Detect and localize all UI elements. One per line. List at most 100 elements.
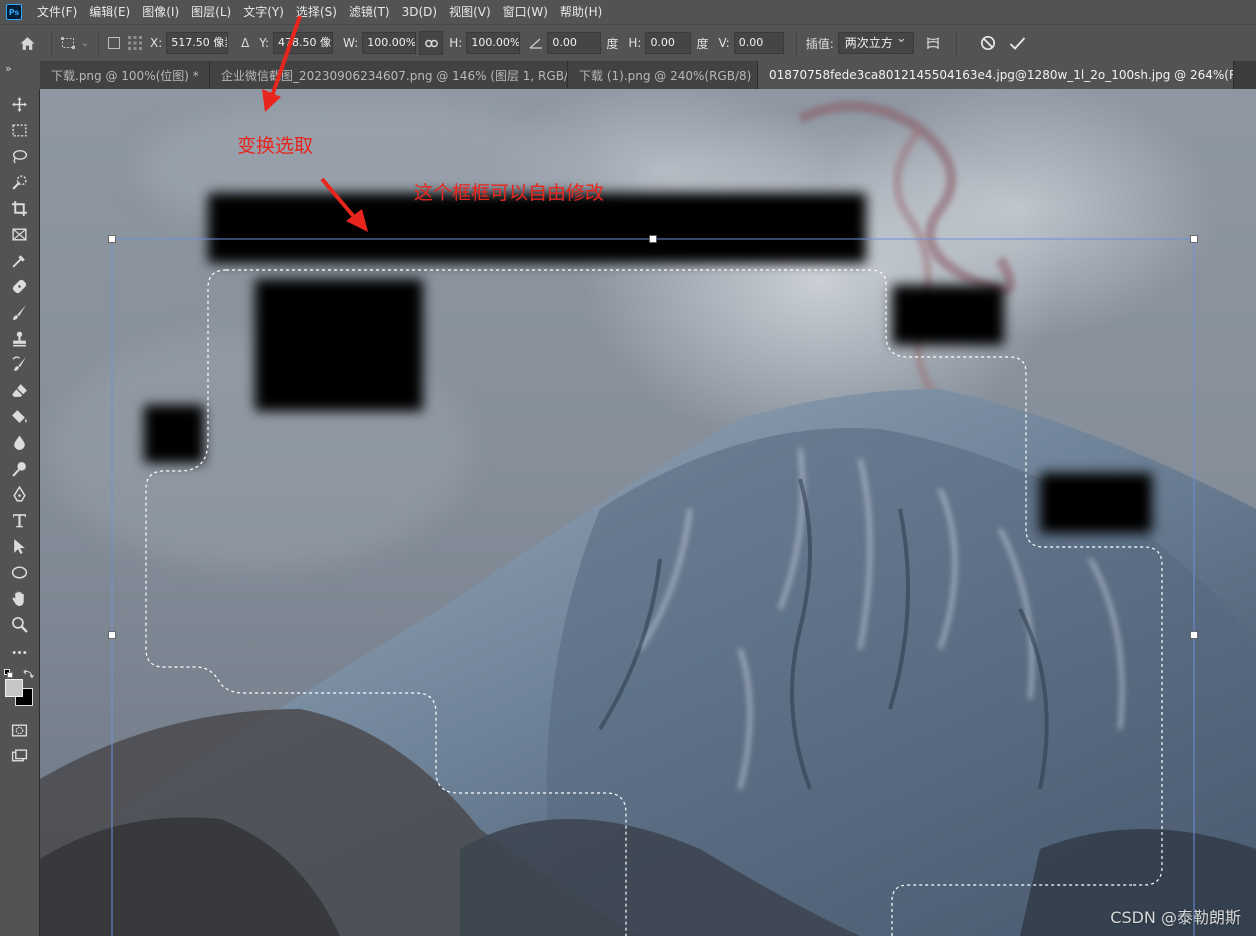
menu-select[interactable]: 选择(S) bbox=[290, 0, 343, 24]
x-position-field[interactable]: 517.50 像素 bbox=[166, 32, 229, 54]
eyedropper-icon bbox=[11, 254, 25, 268]
y-position-field[interactable]: 478.50 像素 bbox=[273, 32, 334, 54]
menu-image[interactable]: 图像(I) bbox=[136, 0, 185, 24]
transform-handle-top-left[interactable] bbox=[108, 235, 116, 243]
height-field[interactable]: 100.00% bbox=[466, 32, 521, 54]
menu-filter[interactable]: 滤镜(T) bbox=[343, 0, 396, 24]
screen-mode-button[interactable] bbox=[8, 745, 30, 767]
color-swatches bbox=[4, 669, 36, 707]
hand-tool[interactable] bbox=[8, 587, 30, 609]
eraser-icon bbox=[11, 383, 27, 397]
reference-point-grid-icon[interactable] bbox=[123, 35, 147, 51]
marquee-icon bbox=[11, 123, 27, 137]
h-skew-field[interactable]: 0.00 bbox=[645, 32, 692, 54]
tab-document-4[interactable]: 01870758fede3ca8012145504163e4.jpg@1280w… bbox=[758, 61, 1234, 89]
menu-window[interactable]: 窗口(W) bbox=[497, 0, 554, 24]
y-label: Y: bbox=[259, 36, 270, 50]
angle-icon bbox=[525, 37, 547, 49]
h-skew-label: H: bbox=[628, 36, 642, 50]
marquee-tool[interactable] bbox=[8, 119, 30, 141]
tab-document-1[interactable]: 下载.png @ 100%(位图) * × bbox=[40, 61, 210, 89]
eyedropper-tool[interactable] bbox=[8, 249, 30, 271]
clone-stamp-tool[interactable] bbox=[8, 327, 30, 349]
ellipse-icon bbox=[11, 565, 27, 579]
transform-handle-top-middle[interactable] bbox=[649, 235, 657, 243]
arrow-pointer-icon bbox=[13, 538, 25, 554]
dodge-tool[interactable] bbox=[8, 457, 30, 479]
menu-3d[interactable]: 3D(D) bbox=[396, 0, 443, 24]
cancel-transform-icon[interactable] bbox=[973, 35, 1003, 51]
path-select-tool[interactable] bbox=[8, 535, 30, 557]
move-tool[interactable] bbox=[8, 93, 30, 115]
type-tool[interactable] bbox=[8, 509, 30, 531]
droplet-icon bbox=[13, 435, 25, 450]
checkbox-icon[interactable] bbox=[105, 37, 123, 49]
history-brush-tool[interactable] bbox=[8, 353, 30, 375]
tab-document-3[interactable]: 下载 (1).png @ 240%(RGB/8) × bbox=[568, 61, 758, 89]
tools-panel bbox=[0, 89, 40, 936]
screen-mode-icon bbox=[11, 748, 27, 761]
menu-type[interactable]: 文字(Y) bbox=[237, 0, 290, 24]
eraser-tool[interactable] bbox=[8, 379, 30, 401]
foreground-color-swatch[interactable] bbox=[5, 679, 23, 697]
tab-label: 01870758fede3ca8012145504163e4.jpg@1280w… bbox=[769, 68, 1234, 82]
transform-icon[interactable] bbox=[58, 36, 78, 50]
width-field[interactable]: 100.00% bbox=[362, 32, 417, 54]
commit-transform-icon[interactable] bbox=[1003, 36, 1033, 51]
h-skew-unit: 度 bbox=[696, 36, 709, 51]
menu-file[interactable]: 文件(F) bbox=[31, 0, 83, 24]
v-skew-field[interactable]: 0.00 bbox=[733, 32, 784, 54]
home-icon[interactable] bbox=[13, 35, 41, 52]
delta-icon[interactable]: Δ bbox=[234, 36, 256, 50]
ellipse-tool[interactable] bbox=[8, 561, 30, 583]
menu-edit[interactable]: 编辑(E) bbox=[83, 0, 136, 24]
paint-bucket-tool[interactable] bbox=[8, 405, 30, 427]
menu-layer[interactable]: 图层(L) bbox=[185, 0, 237, 24]
transform-handle-top-right[interactable] bbox=[1190, 235, 1198, 243]
healing-brush-tool[interactable] bbox=[8, 275, 30, 297]
chevron-down-icon[interactable]: ⌄ bbox=[78, 38, 92, 49]
tab-label: 企业微信截图_20230906234607.png @ 146% (图层 1, … bbox=[221, 68, 568, 83]
more-tools[interactable] bbox=[8, 641, 30, 663]
move-icon bbox=[11, 96, 27, 112]
annotation-free-edit: 这个框框可以自由修改 bbox=[414, 182, 605, 204]
type-icon bbox=[12, 513, 26, 527]
default-colors-icon[interactable] bbox=[4, 669, 15, 679]
tab-document-2[interactable]: 企业微信截图_20230906234607.png @ 146% (图层 1, … bbox=[210, 61, 568, 89]
document-canvas[interactable]: CSDN @泰勒朗斯 bbox=[40, 89, 1256, 936]
annotation-transform-selection: 变换选取 bbox=[237, 135, 314, 157]
menu-view[interactable]: 视图(V) bbox=[443, 0, 497, 24]
history-brush-icon bbox=[12, 356, 26, 371]
zoom-tool[interactable] bbox=[8, 613, 30, 635]
quick-select-tool[interactable] bbox=[8, 171, 30, 193]
tab-label: 下载.png @ 100%(位图) * bbox=[51, 68, 199, 83]
interpolation-label: 插值: bbox=[805, 36, 834, 51]
frame-tool[interactable] bbox=[8, 223, 30, 245]
rotation-field[interactable]: 0.00 bbox=[547, 32, 602, 54]
height-label: H: bbox=[449, 36, 463, 50]
tab-label: 下载 (1).png @ 240%(RGB/8) bbox=[579, 68, 752, 83]
zoom-icon bbox=[11, 616, 28, 633]
photoshop-logo: Ps bbox=[6, 4, 22, 20]
lasso-tool[interactable] bbox=[8, 145, 30, 167]
crop-tool[interactable] bbox=[8, 197, 30, 219]
panel-collapse-toggle[interactable]: » bbox=[0, 61, 40, 89]
link-icon[interactable] bbox=[419, 31, 444, 55]
pen-tool[interactable] bbox=[8, 483, 30, 505]
pen-icon bbox=[12, 485, 26, 502]
quick-mask-button[interactable] bbox=[8, 719, 30, 741]
interpolation-select[interactable]: 两次立方 bbox=[837, 29, 914, 54]
lasso-icon bbox=[12, 149, 27, 163]
transform-handle-middle-right[interactable] bbox=[1190, 631, 1198, 639]
transform-handle-middle-left[interactable] bbox=[108, 631, 116, 639]
crop-icon bbox=[11, 200, 27, 216]
csdn-watermark: CSDN @泰勒朗斯 bbox=[1110, 908, 1241, 927]
stamp-icon bbox=[12, 331, 26, 346]
swap-colors-icon[interactable] bbox=[23, 669, 34, 679]
blur-tool[interactable] bbox=[8, 431, 30, 453]
ellipsis-icon bbox=[12, 650, 26, 654]
warp-mode-icon[interactable] bbox=[918, 35, 948, 51]
menu-help[interactable]: 帮助(H) bbox=[554, 0, 608, 24]
dodge-icon bbox=[11, 461, 26, 477]
brush-tool[interactable] bbox=[8, 301, 30, 323]
